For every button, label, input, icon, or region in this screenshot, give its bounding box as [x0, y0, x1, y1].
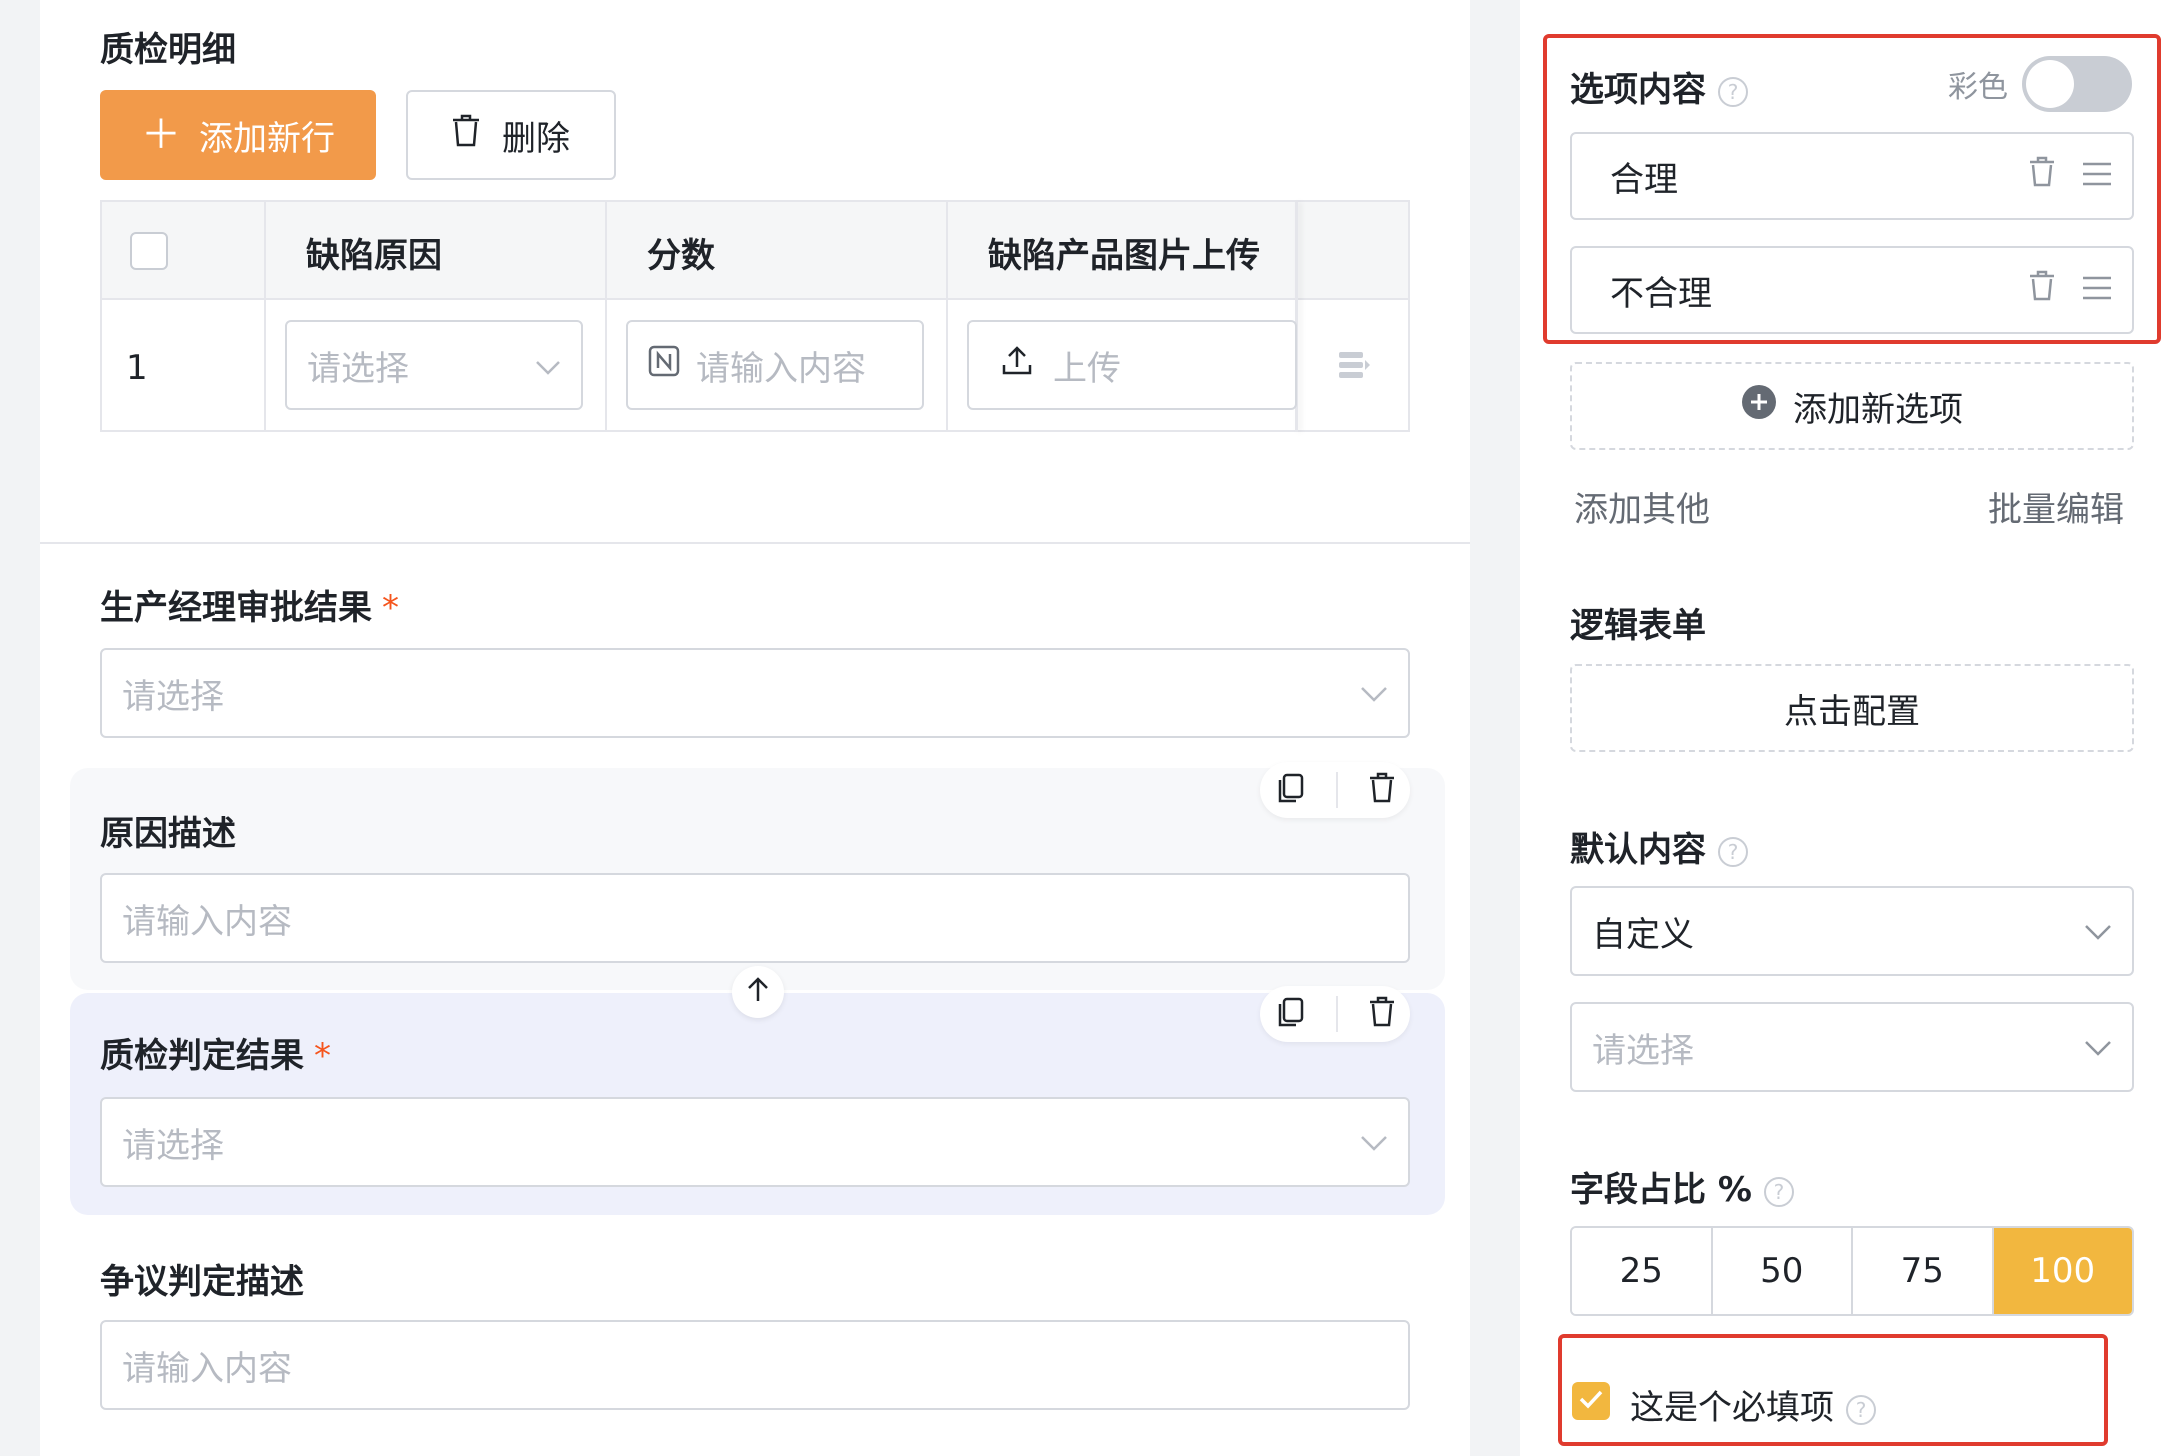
inspection-result-select[interactable]: 请选择 — [100, 1097, 1410, 1187]
field-label-dispute: 争议判定描述 — [100, 1262, 304, 1302]
add-row-button[interactable]: ＋ 添加新行 — [100, 90, 376, 180]
column-header-score: 分数 — [647, 236, 715, 276]
select-placeholder: 请选择 — [122, 676, 224, 717]
batch-edit-link[interactable]: 批量编辑 — [1988, 482, 2124, 531]
default-title: 默认内容? — [1570, 822, 1748, 871]
trash-icon[interactable] — [1369, 996, 1395, 1032]
defect-reason-select[interactable]: 请选择 — [285, 320, 583, 410]
delete-button[interactable]: 删除 — [406, 90, 616, 180]
field-label-text: 生产经理审批结果 — [100, 588, 372, 628]
width-title: 字段占比 %? — [1570, 1162, 1794, 1211]
dispute-description-input[interactable]: 请输入内容 — [100, 1320, 1410, 1410]
section-title: 质检明细 — [100, 30, 236, 70]
reason-description-input[interactable]: 请输入内容 — [100, 873, 1410, 963]
toolbar-separator — [1335, 996, 1338, 1032]
plus-icon: ＋ — [141, 112, 181, 158]
chevron-down-icon — [535, 345, 561, 385]
upload-icon — [1001, 345, 1033, 386]
number-placeholder: 请输入内容 — [696, 348, 866, 389]
column-divider — [946, 202, 948, 432]
chevron-down-icon — [2084, 911, 2112, 951]
trash-icon — [452, 114, 480, 157]
field-actions-toolbar — [1260, 986, 1410, 1042]
copy-icon[interactable] — [1275, 772, 1305, 808]
logic-title: 逻辑表单 — [1570, 606, 1706, 646]
input-placeholder: 请输入内容 — [122, 901, 292, 942]
width-option-75[interactable]: 75 — [1853, 1228, 1994, 1314]
help-icon[interactable]: ? — [1718, 836, 1748, 867]
column-header-defect-reason: 缺陷原因 — [306, 236, 442, 276]
trash-icon[interactable] — [1369, 772, 1395, 808]
width-segmented-control: 25 50 75 100 — [1570, 1226, 2134, 1316]
toggle-knob — [2026, 60, 2074, 108]
field-actions-toolbar — [1260, 762, 1410, 818]
chevron-down-icon — [2084, 1027, 2112, 1067]
section-divider — [40, 542, 1470, 544]
copy-icon[interactable] — [1275, 996, 1305, 1032]
add-option-label: 添加新选项 — [1793, 389, 1963, 430]
required-label: 这是个必填项? — [1630, 1380, 1876, 1429]
approval-result-select[interactable]: 请选择 — [100, 648, 1410, 738]
column-header-image-upload: 缺陷产品图片上传 — [988, 236, 1260, 276]
row-index: 1 — [126, 348, 148, 388]
drag-handle-icon[interactable] — [2082, 270, 2112, 310]
field-label-inspection-result: 质检判定结果 * — [100, 1028, 331, 1077]
plus-circle-icon — [1741, 384, 1777, 429]
score-number-input[interactable]: 请输入内容 — [626, 320, 924, 410]
upload-label: 上传 — [1053, 348, 1121, 389]
chevron-down-icon — [1360, 673, 1388, 713]
default-type-select[interactable]: 自定义 — [1570, 886, 2134, 976]
detail-table: 缺陷原因 分数 缺陷产品图片上传 1 请选择 请输入内容 上传 — [100, 200, 1410, 432]
required-star: * — [382, 588, 399, 628]
select-placeholder: 请选择 — [307, 348, 409, 389]
width-option-25[interactable]: 25 — [1572, 1228, 1713, 1314]
select-placeholder: 请选择 — [1592, 1030, 1694, 1071]
upload-button[interactable]: 上传 — [967, 320, 1297, 410]
add-row-label: 添加新行 — [199, 118, 335, 159]
color-toggle[interactable] — [2022, 56, 2132, 112]
option-item[interactable]: 不合理 — [1570, 246, 2134, 334]
required-label-text: 这是个必填项 — [1630, 1388, 1834, 1428]
move-up-button[interactable] — [732, 966, 784, 1018]
width-title-text: 字段占比 % — [1570, 1170, 1752, 1210]
column-divider — [264, 202, 266, 432]
column-divider — [605, 202, 607, 432]
field-label-reason: 原因描述 — [100, 814, 236, 854]
width-option-50[interactable]: 50 — [1712, 1228, 1853, 1314]
field-label-approval: 生产经理审批结果 * — [100, 580, 399, 629]
arrow-up-icon — [746, 977, 770, 1007]
field-label-text: 质检判定结果 — [100, 1036, 304, 1076]
default-title-text: 默认内容 — [1570, 830, 1706, 870]
default-value-select[interactable]: 请选择 — [1570, 1002, 2134, 1092]
delete-label: 删除 — [502, 118, 570, 159]
add-option-button[interactable]: 添加新选项 — [1570, 362, 2134, 450]
logic-config-label: 点击配置 — [1784, 691, 1920, 732]
width-option-100[interactable]: 100 — [1993, 1228, 2132, 1314]
number-icon — [648, 345, 680, 386]
chevron-down-icon — [1360, 1122, 1388, 1162]
options-title: 选项内容? — [1570, 62, 1748, 111]
logic-config-button[interactable]: 点击配置 — [1570, 664, 2134, 752]
options-title-text: 选项内容 — [1570, 70, 1706, 110]
help-icon[interactable]: ? — [1763, 1176, 1794, 1207]
help-icon[interactable]: ? — [1718, 76, 1748, 107]
required-checkbox[interactable] — [1572, 1382, 1610, 1420]
select-placeholder: 请选择 — [122, 1125, 224, 1166]
option-label: 合理 — [1610, 159, 1678, 200]
input-placeholder: 请输入内容 — [122, 1348, 292, 1389]
required-star: * — [314, 1036, 331, 1076]
check-icon — [1578, 1389, 1604, 1413]
option-item[interactable]: 合理 — [1570, 132, 2134, 220]
select-value: 自定义 — [1592, 914, 1694, 955]
add-other-link[interactable]: 添加其他 — [1574, 482, 1710, 531]
help-icon[interactable]: ? — [1846, 1394, 1876, 1425]
drag-handle-icon[interactable] — [2082, 156, 2112, 196]
color-label: 彩色 — [1948, 70, 2008, 105]
select-all-checkbox[interactable] — [130, 232, 168, 270]
option-label: 不合理 — [1610, 273, 1712, 314]
toolbar-separator — [1335, 772, 1338, 808]
trash-icon[interactable] — [2028, 156, 2056, 197]
row-actions-icon[interactable] — [1336, 348, 1372, 388]
trash-icon[interactable] — [2028, 270, 2056, 311]
